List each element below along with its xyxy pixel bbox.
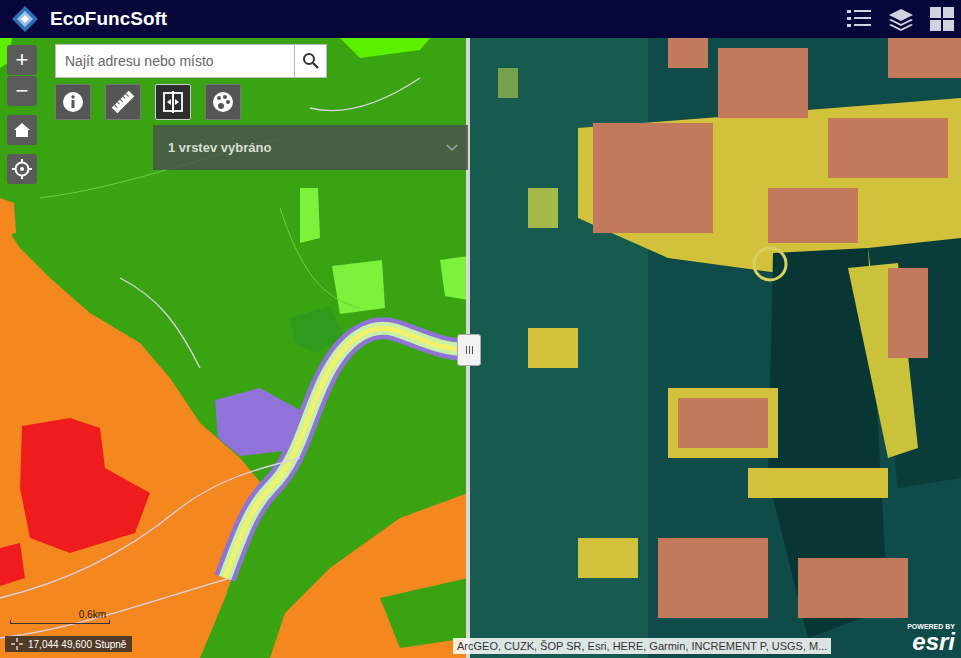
ruler-icon — [110, 89, 136, 115]
layer-select-label: 1 vrstev vybráno — [168, 140, 271, 155]
app-title: EcoFuncSoft — [50, 8, 167, 30]
scale-line — [10, 620, 110, 624]
chevron-down-icon — [446, 144, 458, 152]
info-tool[interactable] — [55, 84, 91, 120]
search-icon — [302, 52, 320, 70]
list-icon[interactable] — [845, 7, 873, 31]
scale-label: 0.6km — [79, 609, 110, 620]
measure-tool[interactable] — [105, 84, 141, 120]
palette-icon — [210, 89, 236, 115]
scale-bar: 0.6km — [10, 609, 110, 624]
brand[interactable]: EcoFuncSoft — [10, 4, 167, 34]
search-button[interactable] — [294, 45, 326, 77]
powered-by: POWERED BY — [907, 623, 955, 630]
toolbar — [55, 84, 327, 120]
swipe-handle[interactable] — [457, 334, 481, 366]
home-icon — [13, 121, 31, 139]
imagery-layer — [468, 38, 961, 658]
map-view[interactable]: +− 1 vrstev vybráno 0.6km 17,044 49,600 Stu… — [0, 38, 961, 658]
coordinates-text: 17,044 49,600 Stupně — [28, 639, 126, 650]
layers-tool[interactable] — [205, 84, 241, 120]
zoom-controls: +− — [7, 45, 37, 106]
swipe-icon — [161, 90, 185, 114]
locate-icon — [12, 159, 32, 179]
grip-icon — [466, 346, 467, 354]
swipe-tool[interactable] — [155, 84, 191, 120]
header-tools — [845, 6, 955, 32]
attribution[interactable]: ArcGEO, CUZK, ŠOP SR, Esri, HERE, Garmin… — [453, 638, 831, 654]
satellite-image[interactable] — [468, 38, 961, 658]
search-box — [55, 44, 327, 78]
zoom-button[interactable]: + — [7, 45, 37, 75]
crosshair-icon — [11, 638, 23, 650]
esri-logo[interactable]: POWERED BYesri — [907, 623, 955, 654]
header-bar: EcoFuncSoft — [0, 0, 961, 38]
locate-button[interactable] — [7, 154, 37, 184]
logo-icon — [10, 4, 40, 34]
grid-icon[interactable] — [929, 6, 955, 32]
layer-select[interactable]: 1 vrstev vybráno — [153, 125, 468, 170]
grip-icon — [469, 346, 470, 354]
layers-icon[interactable] — [887, 7, 915, 31]
esri-brand: esri — [912, 630, 955, 654]
home-button[interactable] — [7, 115, 37, 145]
coordinates[interactable]: 17,044 49,600 Stupně — [5, 636, 132, 652]
search-input[interactable] — [56, 45, 294, 77]
top-widgets — [55, 44, 327, 120]
app-root: EcoFuncSoft +− 1 vrstev vybráno 0.6km 17,044… — [0, 0, 961, 658]
grip-icon — [472, 346, 473, 354]
info-icon — [61, 90, 85, 114]
zoom-button[interactable]: − — [7, 76, 37, 106]
map-controls: +− — [7, 45, 37, 184]
